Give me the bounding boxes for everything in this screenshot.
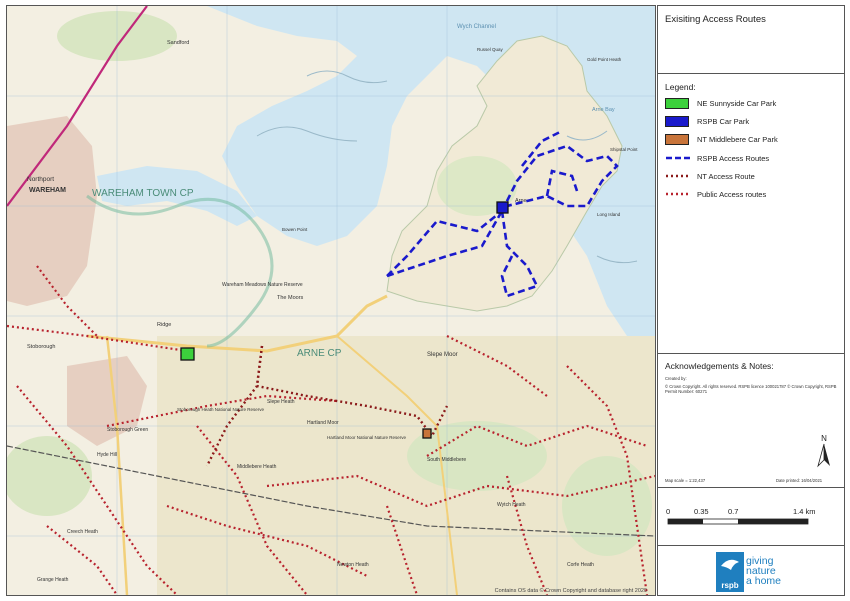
copyright-note: © Crown Copyright. All rights reserved. … (665, 384, 837, 394)
date-printed: Date printed: 16/04/2021 (776, 478, 823, 483)
label-hartland-moor: Hartland Moor (307, 420, 339, 426)
label-sandford: Sandford (167, 40, 189, 46)
rspb-logo-icon: rspb (716, 552, 744, 592)
legend-symbol-red-dot (666, 192, 690, 196)
legend-box: Legend: NE Sunnyside Car Park RSPB Car P… (658, 74, 844, 354)
legend-label: NE Sunnyside Car Park (697, 99, 777, 108)
label-wych-channel: Wych Channel (457, 24, 496, 30)
legend-label: Public Access routes (697, 189, 767, 199)
label-hartland-moor-nnr: Hartland Moor National Nature Reserve (327, 435, 407, 440)
label-stoborough: Stoborough (27, 344, 55, 350)
svg-text:rspb: rspb (721, 581, 738, 590)
label-arne-bay: Arne Bay (592, 107, 615, 113)
label-creech-heath: Creech Heath (67, 529, 98, 535)
scale-tick-0: 0 (666, 507, 671, 516)
label-grange-heath: Grange Heath (37, 577, 69, 583)
title-box: Exisiting Access Routes (658, 6, 844, 74)
map-scale-note: Map scale = 1:22,437 (665, 478, 706, 483)
label-wareham-meadows: Wareham Meadows Nature Reserve (222, 282, 303, 288)
legend-label: NT Middlebere Car Park (697, 135, 778, 144)
legend-item-ne-sunnyside: NE Sunnyside Car Park (665, 98, 776, 109)
notes-box: Acknowledgements & Notes: Created by: © … (658, 354, 844, 488)
label-bowen-point: Bowen Point (282, 227, 308, 232)
scale-tick-035: 0.35 (694, 507, 709, 516)
map-view[interactable]: WAREHAM TOWN CP Northport WAREHAM ARNE C… (6, 5, 656, 596)
heathland-area (157, 336, 655, 595)
logo-line-3: a home (746, 575, 782, 587)
svg-text:N: N (821, 434, 827, 443)
scale-bar-box: 0 0.35 0.7 1.4 km (658, 488, 844, 546)
north-arrow-icon: N (817, 434, 830, 468)
nt-middlebere-car-park-marker[interactable] (422, 428, 432, 439)
legend-symbol-blue-dash (666, 156, 690, 160)
label-corfe-heath: Corfe Heath (567, 562, 594, 568)
scale-tick-07: 0.7 (728, 507, 739, 516)
label-wareham-town-cp: WAREHAM TOWN CP (92, 188, 194, 199)
label-wareham: WAREHAM (29, 187, 66, 194)
legend-label: RSPB Access Routes (697, 153, 770, 163)
label-gold-point-heath: Gold Point Heath (587, 57, 622, 62)
info-panel: Exisiting Access Routes Legend: NE Sunny… (657, 5, 845, 596)
legend-swatch-green (665, 98, 689, 109)
legend-symbol-darkred-dot (666, 174, 690, 178)
logo-tagline: giving nature a home (746, 556, 782, 587)
logo-box: rspb giving nature a home (658, 546, 844, 597)
legend-heading: Legend: (665, 82, 696, 92)
map-canvas: WAREHAM TOWN CP Northport WAREHAM ARNE C… (7, 6, 655, 595)
legend-swatch-blue (665, 116, 689, 127)
legend-label: RSPB Car Park (697, 117, 750, 126)
legend-item-rspb-routes: RSPB Access Routes (665, 152, 769, 164)
legend-item-rspb-car-park: RSPB Car Park (665, 116, 749, 127)
label-ridge: Ridge (157, 322, 171, 328)
label-arne-cp: ARNE CP (297, 348, 342, 359)
legend-item-public-routes: Public Access routes (665, 188, 766, 200)
legend-swatch-orange (665, 134, 689, 145)
label-northport: Northport (27, 176, 54, 183)
rspb-car-park-marker[interactable] (496, 201, 509, 214)
label-wytch-heath: Wytch Heath (497, 502, 526, 508)
label-arne: Arne (515, 198, 527, 204)
label-stoborough-green: Stoborough Green (107, 427, 148, 433)
label-russel-quay: Russel Quay (477, 47, 504, 52)
label-newton-heath: Newton Heath (337, 562, 369, 568)
label-slepe-moor: Slepe Moor (427, 352, 458, 358)
label-stoborough-heath: Stoborough Heath National Nature Reserve (177, 407, 265, 412)
label-south-middlebere: South Middlebere (427, 457, 466, 463)
label-long-island: Long Island (597, 212, 621, 217)
map-credit: Contains OS data © Crown Copyright and d… (495, 587, 647, 594)
ne-sunnyside-car-park-marker[interactable] (180, 347, 195, 361)
label-the-moors: The Moors (277, 295, 304, 301)
notes-heading: Acknowledgements & Notes: (665, 361, 774, 371)
map-title: Exisiting Access Routes (665, 14, 766, 25)
label-shipstal-point: Shipstal Point (610, 147, 638, 152)
legend-label: NT Access Route (697, 171, 755, 181)
scale-tick-14: 1.4 km (793, 507, 816, 516)
created-by: Created by: (665, 376, 687, 381)
scale-bar (667, 518, 809, 525)
legend-item-nt-route: NT Access Route (665, 170, 755, 182)
label-hyde-hill: Hyde Hill (97, 452, 117, 458)
legend-item-nt-middlebere: NT Middlebere Car Park (665, 134, 778, 145)
label-slepe-heath: Slepe Heath (267, 399, 295, 405)
label-middlebere-heath: Middlebere Heath (237, 464, 277, 470)
